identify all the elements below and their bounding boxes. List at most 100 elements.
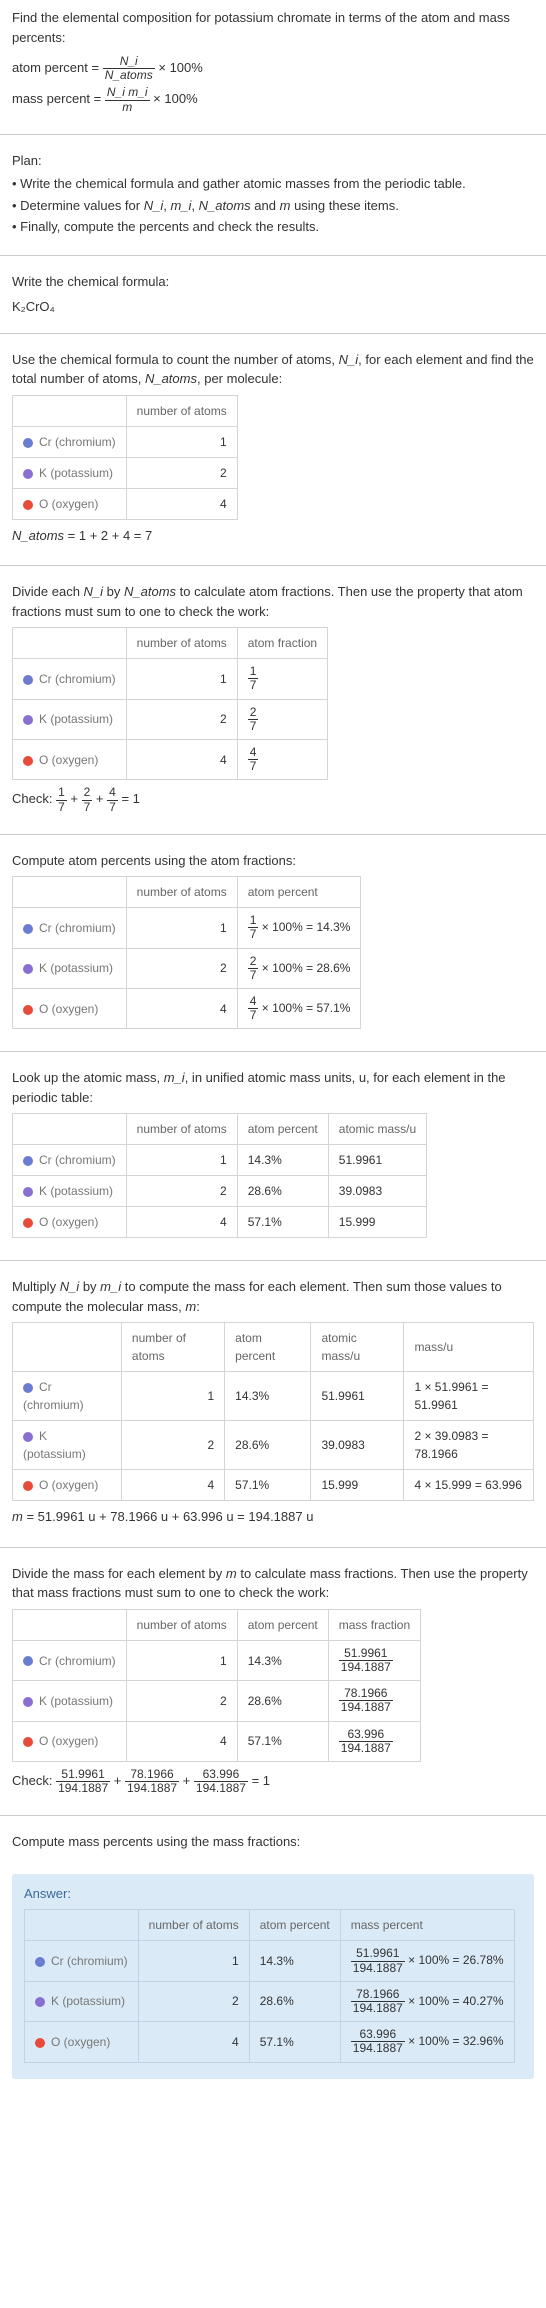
den: 7 [82, 801, 93, 814]
result: = 1 [252, 1773, 270, 1788]
cell: 63.996194.1887 × 100% = 32.96% [340, 2022, 514, 2062]
atomic-mass-section: Look up the atomic mass, m_i, in unified… [0, 1060, 546, 1252]
times-100: × 100% [153, 92, 197, 107]
section-head: Write the chemical formula: [12, 272, 534, 292]
table-row: K (potassium)228.6%78.1966194.1887 [13, 1681, 421, 1721]
table-row: K (potassium)2 [13, 457, 238, 488]
num: 1 [248, 665, 259, 679]
table-row: K (potassium)228.6%39.09832 × 39.0983 = … [13, 1421, 534, 1470]
op: + [70, 792, 81, 807]
label: mass percent = [12, 92, 105, 107]
var: m_i [164, 1070, 185, 1085]
element-name: Cr (chromium) [39, 1654, 116, 1668]
result: = 1 [121, 792, 139, 807]
plan-item: • Determine values for N_i, m_i, N_atoms… [12, 196, 534, 216]
table-row: K (potassium)228.6%39.0983 [13, 1176, 427, 1207]
section-head: Look up the atomic mass, m_i, in unified… [12, 1068, 534, 1107]
col-pct: atom percent [237, 1609, 328, 1640]
atom-percent-table: number of atomsatom percent Cr (chromium… [12, 876, 361, 1029]
cell: 27 × 100% = 28.6% [237, 948, 361, 988]
col-atoms: number of atoms [121, 1323, 224, 1372]
plan-item: • Write the chemical formula and gather … [12, 174, 534, 194]
element-dot-icon [23, 1481, 33, 1491]
cell: 39.0983 [328, 1176, 426, 1207]
cell: 1 [121, 1372, 224, 1421]
cell: 57.1% [237, 1207, 328, 1238]
table-header-row: number of atomsatom percentatomic mass/u [13, 1114, 427, 1145]
op: + [114, 1773, 125, 1788]
table-header-row: number of atomsatom percentmass fraction [13, 1609, 421, 1640]
var: N_atoms [12, 528, 64, 543]
text: = 51.9961 u + 78.1966 u + 63.996 u = 194… [23, 1509, 314, 1524]
num: 4 [248, 995, 259, 1009]
element-name: O (oxygen) [39, 497, 98, 511]
den: 7 [56, 801, 67, 814]
table-row: Cr (chromium)117 × 100% = 14.3% [13, 908, 361, 948]
cell: 28.6% [237, 1681, 328, 1721]
natoms-sum: N_atoms = 1 + 2 + 4 = 7 [12, 526, 534, 546]
element-name: K (potassium) [51, 1994, 125, 2008]
table-row: Cr (chromium)114.3%51.9961 [13, 1145, 427, 1176]
table-row: O (oxygen)4 [13, 488, 238, 519]
mass-table: number of atomsatom percentatomic mass/u… [12, 1322, 534, 1501]
table-row: Cr (chromium)114.3%51.9961194.1887 × 100… [25, 1941, 515, 1981]
mass-fraction-section: Divide the mass for each element by m to… [0, 1556, 546, 1808]
text: Divide each [12, 584, 84, 599]
cell: 57.1% [237, 1721, 328, 1761]
section-head: Divide each N_i by N_atoms to calculate … [12, 582, 534, 621]
num: 78.1966 [339, 1687, 393, 1701]
cell: 2 [126, 457, 237, 488]
times-100: × 100% [158, 60, 202, 75]
var: N_i [339, 352, 359, 367]
num: 4 [248, 746, 259, 760]
label: Check: [12, 792, 56, 807]
divider [0, 1260, 546, 1261]
cell: 51.9961 [328, 1145, 426, 1176]
element-name: Cr (chromium) [39, 435, 116, 449]
cell: 14.3% [237, 1145, 328, 1176]
section-head: Use the chemical formula to count the nu… [12, 350, 534, 389]
num: 51.9961 [56, 1768, 110, 1782]
text: Use the chemical formula to count the nu… [12, 352, 339, 367]
text: , per molecule: [197, 371, 282, 386]
plan-item: • Finally, compute the percents and chec… [12, 217, 534, 237]
cell: 1 [138, 1941, 249, 1981]
element-dot-icon [23, 924, 33, 934]
cell: 51.9961 [311, 1372, 404, 1421]
table-row: K (potassium)227 × 100% = 28.6% [13, 948, 361, 988]
col-amass: atomic mass/u [311, 1323, 404, 1372]
cell: 51.9961194.1887 × 100% = 26.78% [340, 1941, 514, 1981]
cell: 4 [126, 1207, 237, 1238]
element-dot-icon [23, 1432, 33, 1442]
divider [0, 1547, 546, 1548]
count-section: Use the chemical formula to count the nu… [0, 342, 546, 558]
cell: 2 [138, 1981, 249, 2021]
den: 7 [248, 1009, 259, 1022]
atom-percent-formula: atom percent = N_i N_atoms × 100% [12, 55, 534, 82]
op: + [96, 792, 107, 807]
var: N_i [60, 1279, 80, 1294]
problem-title: Find the elemental composition for potas… [12, 8, 534, 47]
num: 78.1966 [125, 1768, 179, 1782]
cell: 1 [126, 1640, 237, 1680]
check-equation: Check: 51.9961194.1887 + 78.1966194.1887… [12, 1768, 534, 1795]
element-dot-icon [23, 1218, 33, 1228]
col-atoms: number of atoms [126, 1609, 237, 1640]
table-row: O (oxygen)447 [13, 740, 328, 780]
table-row: O (oxygen)457.1%63.996194.1887 [13, 1721, 421, 1761]
multiply-section: Multiply N_i by m_i to compute the mass … [0, 1269, 546, 1539]
element-dot-icon [23, 469, 33, 479]
element-name: K (potassium) [39, 961, 113, 975]
col-mass: atomic mass/u [328, 1114, 426, 1145]
var: m_i [100, 1279, 121, 1294]
cell: 27 [237, 699, 327, 739]
table-row: O (oxygen)457.1%15.999 [13, 1207, 427, 1238]
col-atoms: number of atoms [126, 628, 237, 659]
element-dot-icon [23, 756, 33, 766]
mass-fraction-table: number of atomsatom percentmass fraction… [12, 1609, 421, 1762]
table-header-row: number of atoms [13, 395, 238, 426]
col-atoms: number of atoms [126, 877, 237, 908]
var: m [226, 1566, 237, 1581]
label: Check: [12, 1773, 56, 1788]
num: 78.1966 [351, 1988, 405, 2002]
